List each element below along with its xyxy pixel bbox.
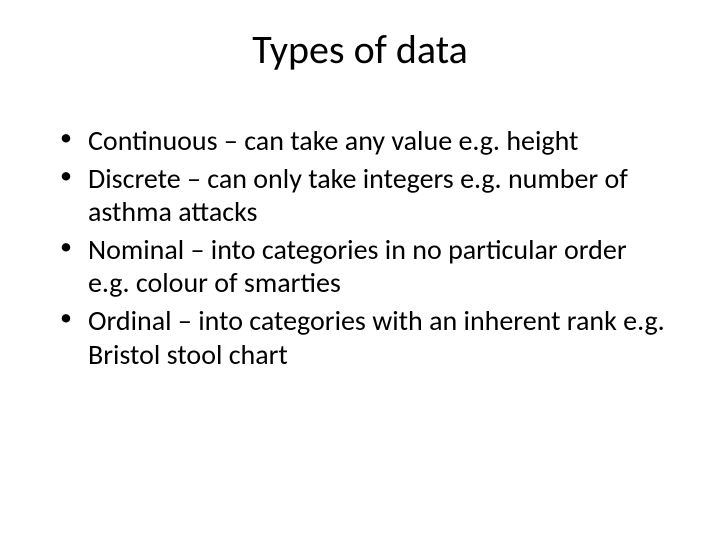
bullet-item: Nominal – into categories in no particul…: [60, 233, 670, 300]
bullet-list: Continuous – can take any value e.g. hei…: [50, 124, 670, 371]
bullet-item: Continuous – can take any value e.g. hei…: [60, 124, 670, 158]
slide-title: Types of data: [50, 25, 670, 74]
slide-container: Types of data Continuous – can take any …: [0, 0, 720, 540]
bullet-item: Ordinal – into categories with an inhere…: [60, 304, 670, 371]
bullet-item: Discrete – can only take integers e.g. n…: [60, 162, 670, 229]
